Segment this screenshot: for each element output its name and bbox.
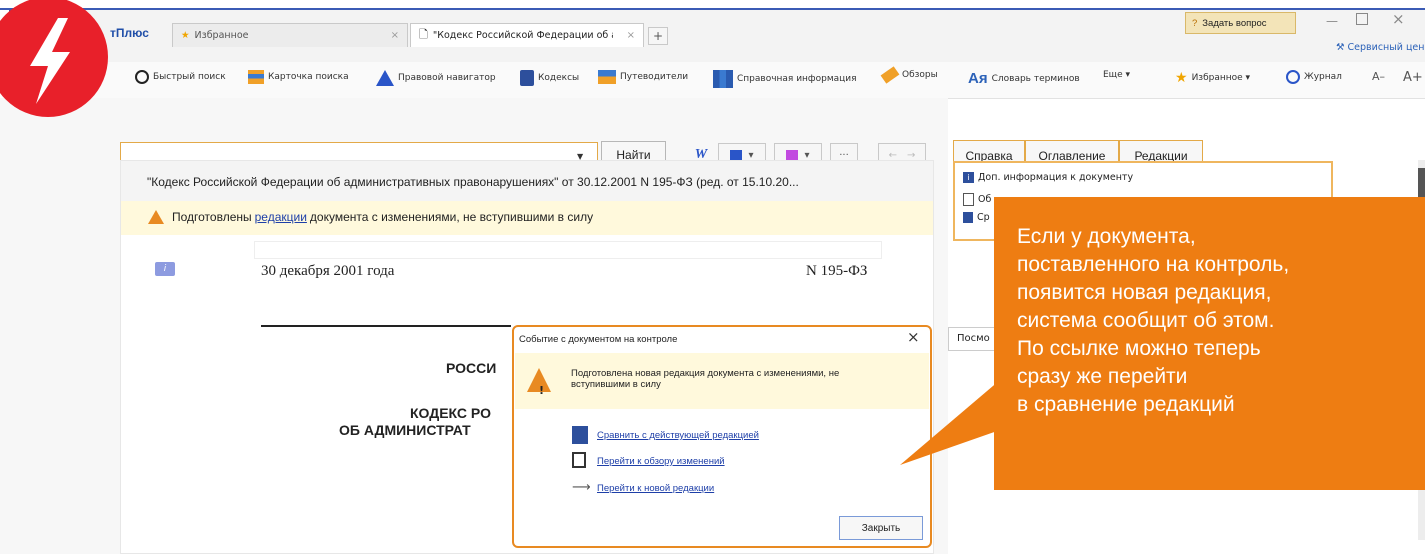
toolbar-reference[interactable]: Справочная информация	[713, 70, 857, 88]
minimize-button[interactable]: —	[1326, 14, 1338, 28]
info-item-review[interactable]: Об	[963, 193, 991, 206]
info-item-compare[interactable]: Ср	[963, 212, 990, 223]
magnifier-icon	[135, 70, 149, 84]
toolbar-legal-navigator[interactable]: Правовой навигатор	[376, 70, 496, 86]
forward-button[interactable]: →	[907, 150, 915, 161]
warning-mark: !	[539, 384, 545, 397]
review-link[interactable]: Перейти к обзору изменений	[597, 456, 725, 467]
lightning-badge	[0, 0, 108, 117]
font-decrease-button[interactable]: A–	[1372, 70, 1385, 83]
document-heading-1: РОССИ	[446, 360, 497, 376]
reference-icon	[713, 70, 733, 88]
compare-icon	[963, 212, 973, 223]
close-icon[interactable]: ×	[391, 30, 399, 41]
clock-icon	[1286, 70, 1300, 84]
toolbar-favorites[interactable]: ★ Избранное ▾	[1175, 70, 1250, 86]
tip-line: По ссылке можно теперь	[1017, 337, 1261, 360]
edit-doc-icon	[963, 193, 974, 206]
font-increase-button[interactable]: A+	[1403, 70, 1423, 85]
signpost-icon	[598, 70, 616, 84]
info-marker-icon[interactable]: i	[155, 262, 175, 276]
notice-text: Подготовлены редакции документа с измене…	[148, 210, 593, 224]
document-icon: 🗋	[419, 28, 428, 41]
service-icon: ⚒	[1336, 42, 1348, 53]
document-date: 30 декабря 2001 года	[261, 263, 395, 279]
toolbar-more[interactable]: Еще ▾	[1103, 70, 1130, 80]
tab-app[interactable]: тПлюс	[110, 26, 149, 40]
service-center-link[interactable]: ⚒ Сервисный цен	[1336, 42, 1424, 53]
scrollbar-thumb[interactable]	[1418, 168, 1425, 198]
toolbar-journal[interactable]: Журнал	[1286, 70, 1342, 84]
tip-line: поставленного на контроль,	[1017, 253, 1290, 276]
callout-pointer	[900, 380, 1000, 465]
back-button[interactable]: ←	[889, 150, 897, 161]
toolbar-codexes[interactable]: Кодексы	[520, 70, 579, 86]
dialog-message: Подготовлена новая редакция документа с …	[571, 368, 840, 390]
navigator-icon	[376, 70, 394, 86]
arrow-right-icon: ⟶	[572, 480, 591, 495]
dialog-title: Событие с документом на контроле	[519, 334, 678, 345]
toolbar-quick-search[interactable]: Быстрый поиск	[135, 70, 226, 84]
tip-line: система сообщит об этом.	[1017, 309, 1275, 332]
document-title: "Кодекс Российской Федерации об админист…	[147, 175, 799, 189]
tip-line: в сравнение редакций	[1017, 393, 1235, 416]
star-icon: ★	[181, 30, 190, 41]
document-heading-3: ОБ АДМИНИСТРАТ	[339, 422, 471, 438]
new-tab-button[interactable]: +	[648, 27, 668, 45]
dialog-close-button[interactable]: Закрыть	[839, 516, 923, 540]
editions-link[interactable]: редакции	[255, 210, 307, 224]
star-icon: ★	[1175, 70, 1188, 86]
close-icon[interactable]: ×	[627, 30, 635, 41]
toolbar-dictionary[interactable]: Ая Словарь терминов	[968, 70, 1080, 87]
tab-favorites[interactable]: ★ Избранное ×	[172, 23, 408, 47]
window-close-button[interactable]: ×	[1392, 10, 1405, 28]
view-popup-tab[interactable]: Посмо	[948, 327, 998, 351]
dictionary-icon: Ая	[968, 70, 988, 87]
maximize-button[interactable]	[1356, 13, 1368, 25]
printer-icon	[730, 150, 743, 160]
highlight-icon	[786, 150, 799, 160]
tab-document[interactable]: 🗋 "Кодекс Российской Федерации об а... ×	[410, 23, 644, 47]
ask-question-button[interactable]: ? Задать вопрос	[1185, 12, 1296, 34]
compare-doc-icon	[572, 426, 588, 444]
separator-line	[261, 325, 511, 327]
doc-spacer	[254, 241, 882, 259]
new-edition-link[interactable]: Перейти к новой редакции	[597, 483, 714, 494]
info-icon: i	[963, 172, 974, 183]
codex-icon	[520, 70, 534, 86]
compare-link[interactable]: Сравнить с действующей редакцией	[597, 430, 759, 441]
dialog-close-icon[interactable]: ×	[907, 328, 920, 346]
search-card-icon	[248, 70, 264, 84]
toolbar-search-card[interactable]: Карточка поиска	[248, 70, 349, 84]
info-item-additional[interactable]: i Доп. информация к документу	[963, 172, 1133, 183]
toolbar-reviews[interactable]: Обзоры	[880, 66, 938, 84]
tip-text: Если у документа, поставленного на контр…	[1017, 223, 1422, 419]
document-number: N 195-ФЗ	[806, 263, 868, 279]
tip-line: сразу же перейти	[1017, 365, 1188, 388]
document-heading-2: КОДЕКС РО	[410, 405, 491, 421]
tip-line: появится новая редакция,	[1017, 281, 1272, 304]
toolbar-guides[interactable]: Путеводители	[598, 70, 688, 84]
warning-icon	[148, 210, 164, 224]
help-icon: ?	[1192, 17, 1198, 29]
tip-line: Если у документа,	[1017, 225, 1196, 248]
edit-doc-icon	[572, 452, 586, 468]
